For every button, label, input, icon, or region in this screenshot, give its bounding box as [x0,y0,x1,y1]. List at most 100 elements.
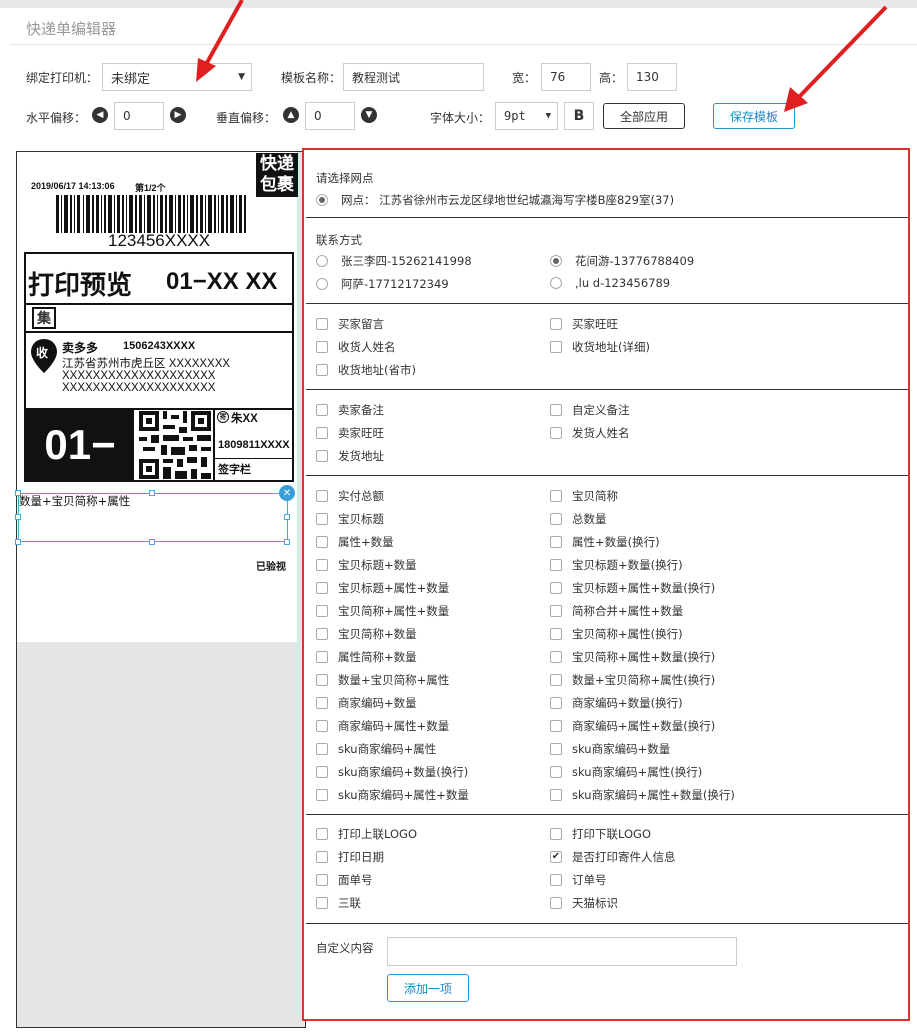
outlet-option[interactable]: 网点： 江苏省徐州市云龙区绿地世纪城瀛海写字楼B座829室(37) [316,192,674,208]
checkbox[interactable] [550,720,562,732]
sender-name[interactable]: 朱XX [231,410,258,426]
voffset-input[interactable]: 0 [305,102,355,130]
checkbox[interactable] [550,490,562,502]
selected-field-text[interactable]: 数量+宝贝简称+属性 [19,493,130,509]
field-option[interactable]: 属性简称+数量 [316,649,417,665]
checkbox[interactable] [316,404,328,416]
checkbox[interactable] [316,536,328,548]
checkbox[interactable] [550,513,562,525]
field-option[interactable]: 卖家备注 [316,402,384,418]
checkbox[interactable] [550,874,562,886]
field-option[interactable]: sku商家编码+属性 [316,741,436,757]
sort-code[interactable]: 01− [26,410,134,480]
checkbox[interactable] [316,341,328,353]
chevron-down-circle-icon[interactable]: ▼ [361,107,377,123]
waybill-datetime[interactable]: 2019/06/17 14:13:06 [31,181,115,191]
checkbox[interactable] [316,743,328,755]
checkbox[interactable] [550,743,562,755]
resize-handle[interactable] [15,514,21,520]
field-option[interactable]: 买家留言 [316,316,384,332]
checkbox[interactable] [316,628,328,640]
checkbox[interactable] [550,536,562,548]
field-option[interactable]: 宝贝标题+数量(换行) [550,557,683,573]
field-option[interactable]: 宝贝标题+属性+数量 [316,580,449,596]
field-option[interactable]: 打印日期 [316,849,384,865]
sign-label[interactable]: 签字栏 [218,461,251,477]
close-icon[interactable]: ✕ [279,485,295,501]
field-option[interactable]: 三联 [316,895,361,911]
field-option[interactable]: 发货人姓名 [550,425,630,441]
contact-option[interactable]: 阿萨-17712172349 [316,276,449,292]
checkbox[interactable] [550,318,562,330]
checkbox[interactable] [316,364,328,376]
field-option[interactable]: 宝贝标题 [316,511,384,527]
checkbox[interactable] [550,559,562,571]
checkbox[interactable] [550,582,562,594]
checkbox[interactable] [550,828,562,840]
contact-option[interactable]: 张三李四-15262141998 [316,253,472,269]
bold-toggle[interactable]: B [564,102,594,130]
checkbox[interactable] [550,766,562,778]
checkbox[interactable] [316,828,328,840]
field-option[interactable]: 收货地址(省市) [316,362,416,378]
checkbox[interactable] [316,605,328,617]
field-option[interactable]: 宝贝简称+属性+数量 [316,603,449,619]
sender-phone[interactable]: 1809811XXXX [218,439,290,451]
checkbox[interactable] [550,628,562,640]
checkbox[interactable] [550,651,562,663]
field-option[interactable]: 宝贝标题+数量 [316,557,417,573]
checkbox[interactable] [550,897,562,909]
field-option[interactable]: sku商家编码+数量 [550,741,670,757]
field-option[interactable]: 面单号 [316,872,373,888]
field-option[interactable]: 打印下联LOGO [550,826,651,842]
checkbox[interactable] [550,341,562,353]
checkbox[interactable] [550,789,562,801]
checkbox[interactable] [316,697,328,709]
field-option[interactable]: 天猫标识 [550,895,618,911]
height-input[interactable]: 130 [627,63,677,91]
checkbox[interactable] [316,789,328,801]
checkbox[interactable] [316,674,328,686]
checkbox[interactable] [316,318,328,330]
print-preview-title[interactable]: 打印预览 [28,265,132,302]
field-option[interactable]: sku商家编码+属性(换行) [550,764,702,780]
field-option[interactable]: 卖家旺旺 [316,425,384,441]
resize-handle[interactable] [15,539,21,545]
field-option[interactable]: 总数量 [550,511,607,527]
resize-handle[interactable] [149,539,155,545]
checkbox[interactable] [316,559,328,571]
radio-button[interactable] [316,194,328,206]
checkbox[interactable] [316,851,328,863]
field-option[interactable]: 商家编码+属性+数量(换行) [550,718,715,734]
qr-code-icon[interactable] [139,411,211,479]
field-option[interactable]: 商家编码+数量 [316,695,417,711]
receiver-phone[interactable]: 1506243XXXX [123,340,195,352]
resize-handle[interactable] [284,539,290,545]
chevron-right-icon[interactable]: ▶ [170,107,186,123]
route-code[interactable]: 01−XX XX [166,268,277,296]
field-option[interactable]: 打印上联LOGO [316,826,417,842]
field-option[interactable]: 宝贝简称 [550,488,618,504]
field-option[interactable]: 宝贝标题+属性+数量(换行) [550,580,715,596]
radio-button[interactable] [550,255,562,267]
receiver-name[interactable]: 卖多多 [62,339,98,356]
checkbox[interactable] [316,450,328,462]
field-option[interactable]: ✔ 是否打印寄件人信息 [550,849,676,865]
width-input[interactable]: 76 [541,63,591,91]
field-option[interactable]: 收货人姓名 [316,339,396,355]
field-option[interactable]: 收货地址(详细) [550,339,650,355]
checkbox[interactable] [550,697,562,709]
checkbox[interactable] [550,404,562,416]
field-option[interactable]: 宝贝简称+属性(换行) [550,626,683,642]
inspected-label[interactable]: 已验视 [256,558,286,573]
checkbox[interactable] [550,427,562,439]
add-item-button[interactable]: 添加一项 [387,974,469,1002]
radio-button[interactable] [316,278,328,290]
checkbox[interactable] [316,651,328,663]
receiver-address[interactable]: 江苏省苏州市虎丘区 XXXXXXXX XXXXXXXXXXXXXXXXXXXX … [62,358,230,394]
radio-button[interactable] [316,255,328,267]
checkbox[interactable] [316,766,328,778]
apply-all-button[interactable]: 全部应用 [603,103,685,129]
field-option[interactable]: 宝贝简称+数量 [316,626,417,642]
field-option[interactable]: sku商家编码+数量(换行) [316,764,468,780]
